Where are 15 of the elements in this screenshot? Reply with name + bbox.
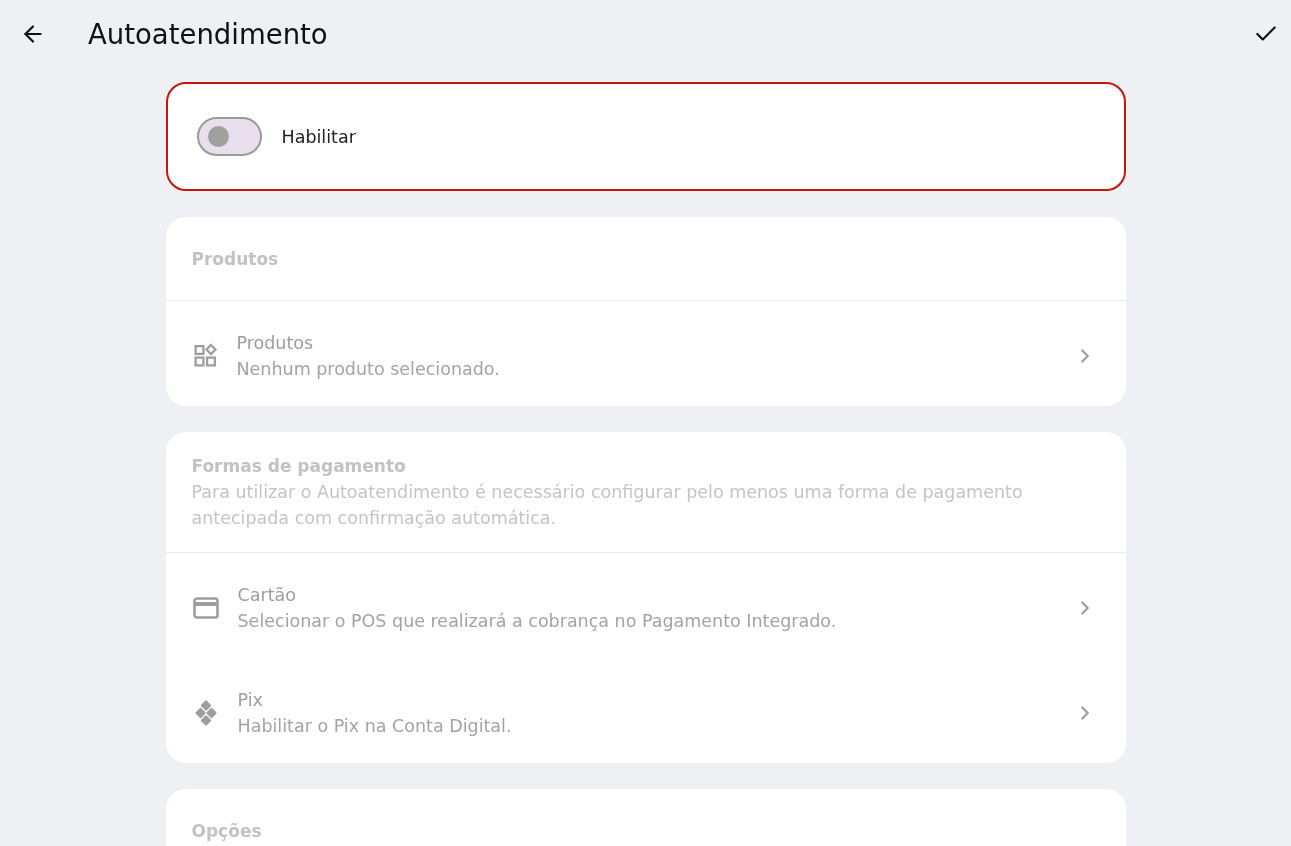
item-subtitle: Nenhum produto selecionado. bbox=[236, 357, 501, 381]
toggle-label: Habilitar bbox=[281, 126, 356, 147]
grid-shapes-icon bbox=[192, 343, 218, 368]
item-title: Produtos bbox=[236, 331, 315, 355]
section-description: Para utilizar o Autoatendimento é necessário configurar pelo menos uma forma de pagamento antecipada com confirmação automática. bbox=[191, 481, 1024, 530]
item-title: Cartão bbox=[237, 583, 297, 607]
item-subtitle: Selecionar o POS que realizará a cobrança no Pagamento Integrado. bbox=[237, 609, 838, 633]
page-title: Autoatendimento bbox=[88, 18, 329, 50]
section-title: Opções bbox=[191, 819, 263, 843]
toggle-switch[interactable] bbox=[196, 117, 262, 156]
credit-card-icon bbox=[192, 596, 219, 619]
section-title: Formas de pagamento bbox=[191, 455, 407, 478]
item-subtitle: Habilitar o Pix na Conta Digital. bbox=[237, 714, 513, 738]
item-title: Pix bbox=[237, 688, 264, 712]
section-title: Produtos bbox=[191, 247, 280, 271]
